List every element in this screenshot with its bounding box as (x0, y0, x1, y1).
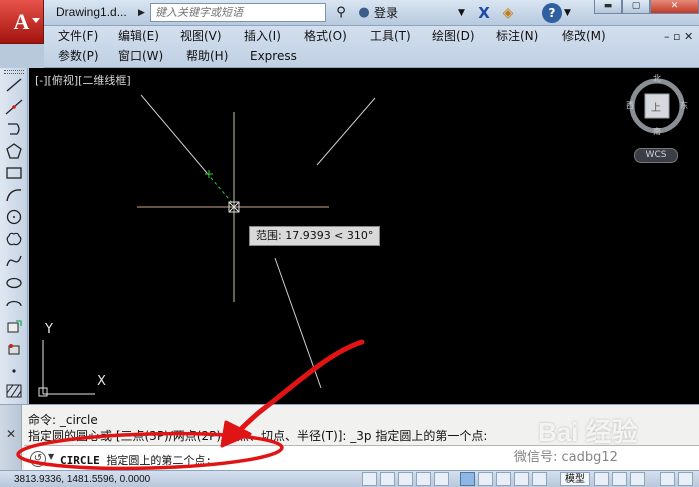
menu-modify[interactable]: 修改(M) (560, 26, 608, 46)
revision-cloud-tool-icon[interactable] (3, 230, 25, 248)
app-menu-arrow-icon (32, 18, 40, 23)
menu-draw[interactable]: 绘图(D) (430, 26, 477, 46)
drawing-canvas[interactable]: Y X [-][俯视][二维线框] 北 南 东 西 上 WCS 范围: 17.9… (29, 68, 699, 404)
window-maximize-button[interactable]: ▢ (622, 0, 650, 14)
wcs-menu-button[interactable]: WCS (634, 148, 678, 163)
apps-icon[interactable]: ◈ (498, 3, 518, 23)
recent-commands-icon[interactable]: ↺ (30, 451, 46, 467)
command-line-close-icon[interactable]: ✕ (4, 427, 18, 441)
command-prompt-name: CIRCLE (60, 454, 100, 467)
rubber-band-line (206, 172, 235, 206)
login-dropdown-arrow-icon[interactable]: ▼ (458, 3, 468, 23)
snap-mode-toggle[interactable] (362, 472, 377, 486)
menu-view[interactable]: 视图(V) (178, 26, 224, 46)
draw-toolbar (0, 68, 28, 404)
toolbar-grip[interactable] (4, 70, 24, 74)
menu-help[interactable]: 帮助(H) (184, 46, 230, 66)
model-space-button[interactable]: 模型 (560, 472, 590, 486)
insert-block-tool-icon[interactable] (3, 318, 25, 336)
quick-view-layouts-icon[interactable] (612, 472, 627, 486)
menu-insert[interactable]: 插入(I) (242, 26, 283, 46)
ucs-y-label: Y (45, 322, 53, 337)
document-switch-arrow-icon[interactable]: ▶ (138, 4, 150, 22)
drawn-line[interactable] (140, 94, 208, 174)
menu-dimension[interactable]: 标注(N) (494, 26, 540, 46)
construction-line-tool-icon[interactable] (3, 98, 25, 116)
menu-window[interactable]: 窗口(W) (116, 46, 165, 66)
binoculars-search-icon[interactable]: ⚲ (330, 3, 352, 23)
quick-properties-toggle[interactable] (532, 472, 547, 486)
dynamic-input-toggle[interactable] (496, 472, 511, 486)
user-icon: ● (358, 5, 370, 20)
line-tool-icon[interactable] (3, 76, 25, 94)
menu-format[interactable]: 格式(O) (302, 26, 349, 46)
title-bar: Drawing1.d... ▶ ⚲ ● 登录 ▼ X ◈ ? ▼ ▬ ▢ ✕ (0, 0, 699, 26)
hatch-tool-icon[interactable] (3, 382, 25, 400)
menu-edit[interactable]: 编辑(E) (116, 26, 161, 46)
ellipse-tool-icon[interactable] (3, 274, 25, 292)
drawn-line[interactable] (274, 257, 322, 389)
layout-icon[interactable] (594, 472, 609, 486)
polyline-tool-icon[interactable] (3, 120, 25, 138)
dynamic-ucs-toggle[interactable] (478, 472, 493, 486)
command-line-window: ✕ 命令: _circle 指定圆的圆心或 [三点(3P)/两点(2P)/切点、… (0, 404, 699, 471)
menu-file[interactable]: 文件(F) (56, 26, 100, 46)
dynamic-input-tooltip: 范围: 17.9393 < 310° (249, 226, 381, 246)
circle-tool-icon[interactable] (3, 208, 25, 226)
command-input-line[interactable]: ↺ ▼ CIRCLE 指定圆上的第二个点: (24, 445, 699, 471)
polar-tracking-toggle[interactable] (416, 472, 431, 486)
quick-view-drawings-icon[interactable] (630, 472, 645, 486)
help-dropdown-arrow-icon[interactable]: ▼ (564, 3, 574, 23)
ortho-mode-toggle[interactable] (398, 472, 413, 486)
status-bar: 3813.9336, 1481.5596, 0.0000 模型 (0, 470, 699, 487)
viewcube-top-face[interactable]: 上 (651, 99, 661, 114)
object-snap-toggle[interactable] (434, 472, 449, 486)
make-block-tool-icon[interactable] (3, 340, 25, 358)
recent-commands-arrow-icon[interactable]: ▼ (48, 452, 54, 461)
ellipse-arc-tool-icon[interactable] (3, 296, 25, 314)
window-minimize-button[interactable]: ▬ (594, 0, 622, 14)
grid-display-toggle[interactable] (380, 472, 395, 486)
command-prompt-text: 指定圆上的第二个点: (106, 454, 212, 467)
help-icon[interactable]: ? (542, 3, 562, 23)
point-tool-icon[interactable] (3, 362, 25, 380)
command-history-line: 命令: _circle (28, 413, 98, 427)
window-close-button[interactable]: ✕ (650, 0, 699, 14)
document-title: Drawing1.d... (56, 5, 127, 19)
object-snap-tracking-toggle[interactable] (460, 472, 475, 486)
cursor-coordinates[interactable]: 3813.9336, 1481.5596, 0.0000 (14, 472, 150, 487)
drawn-line[interactable] (316, 97, 376, 166)
autocad-logo-icon: A (13, 8, 30, 34)
command-history-line: 指定圆的圆心或 [三点(3P)/两点(2P)/切点、切点、半径(T)]: _3p… (28, 429, 488, 443)
compass-east-label[interactable]: 东 (680, 100, 688, 111)
menu-bar: 文件(F) 编辑(E) 视图(V) 插入(I) 格式(O) 工具(T) 绘图(D… (44, 26, 699, 68)
rectangle-tool-icon[interactable] (3, 164, 25, 182)
polygon-tool-icon[interactable] (3, 142, 25, 160)
viewport-controls-label[interactable]: [-][俯视][二维线框] (35, 72, 131, 88)
menu-express[interactable]: Express (248, 46, 299, 66)
command-line-grip[interactable]: ✕ (0, 405, 22, 471)
login-button[interactable]: 登录 (374, 3, 414, 23)
clean-screen-icon[interactable] (660, 472, 675, 486)
status-bar-menu-icon[interactable] (678, 472, 693, 486)
compass-west-label[interactable]: 西 (626, 100, 634, 111)
menu-parametric[interactable]: 参数(P) (56, 46, 101, 66)
document-window-controls[interactable]: – ▫ ✕ (664, 30, 696, 44)
viewcube[interactable]: 北 南 东 西 上 (625, 74, 689, 138)
ucs-x-label: X (97, 374, 106, 389)
exchange-x-icon[interactable]: X (474, 3, 494, 23)
compass-north-label[interactable]: 北 (653, 73, 661, 84)
menu-tools[interactable]: 工具(T) (368, 26, 413, 46)
spline-tool-icon[interactable] (3, 252, 25, 270)
arc-tool-icon[interactable] (3, 186, 25, 204)
command-prompt: CIRCLE 指定圆上的第二个点: (60, 452, 212, 468)
application-menu-button[interactable]: A (0, 0, 44, 44)
search-input[interactable] (150, 3, 326, 22)
compass-south-label[interactable]: 南 (653, 126, 661, 137)
lineweight-toggle[interactable] (514, 472, 529, 486)
